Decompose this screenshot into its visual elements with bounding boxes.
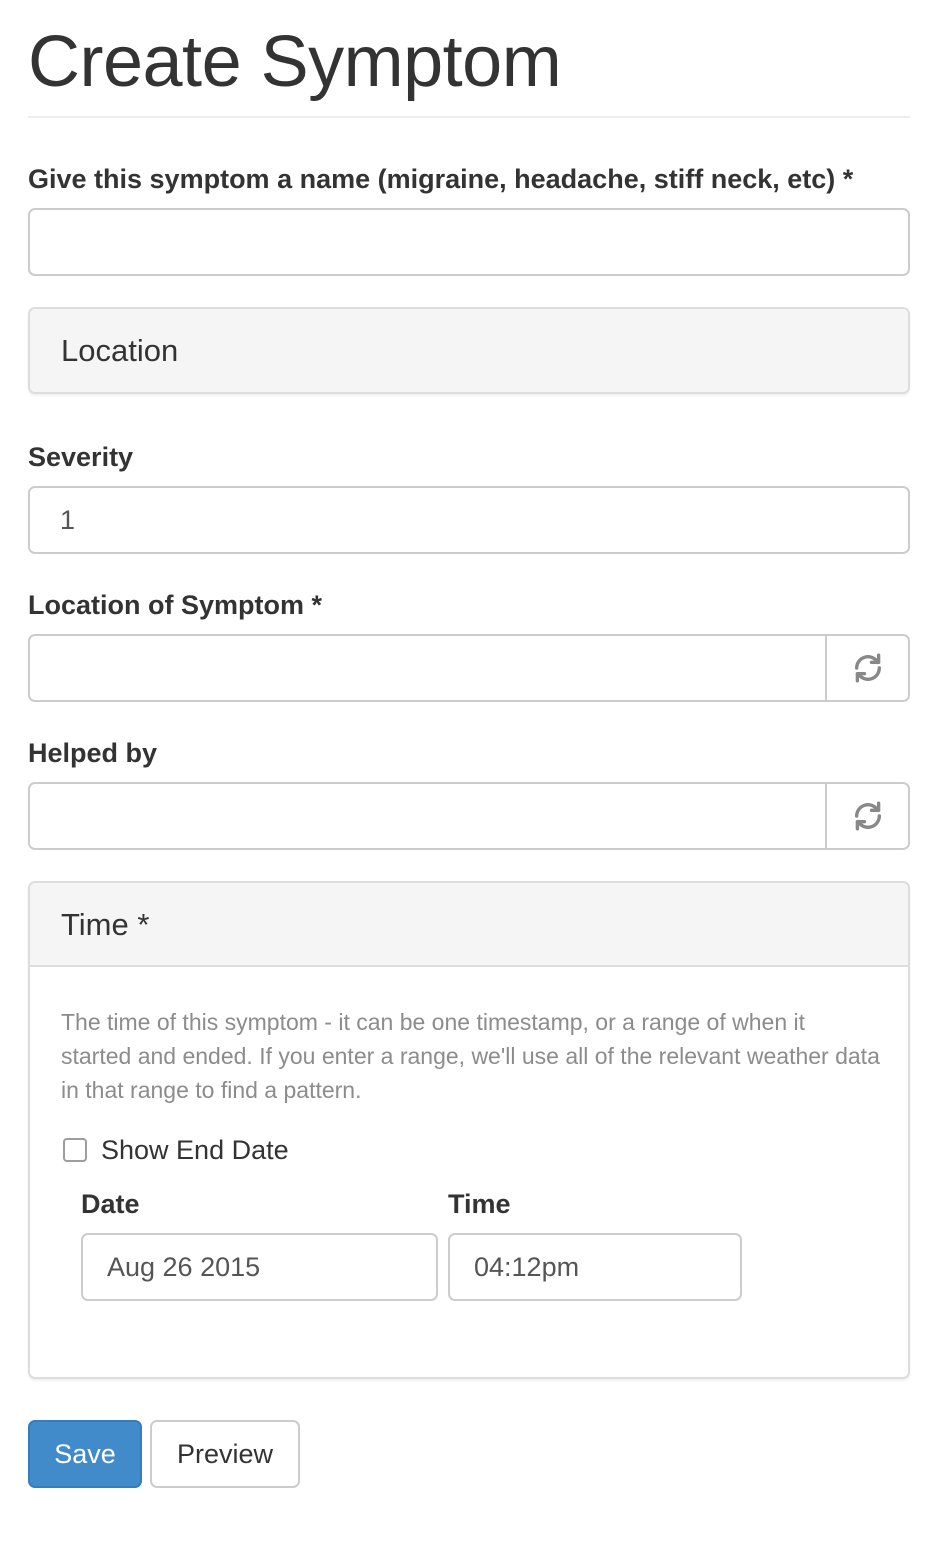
refresh-icon — [854, 653, 881, 683]
title-divider — [28, 116, 910, 118]
create-symptom-page: Create Symptom Give this symptom a name … — [28, 0, 910, 1488]
date-input[interactable] — [81, 1233, 438, 1301]
helped-by-input-group — [28, 782, 910, 850]
preview-button[interactable]: Preview — [150, 1420, 300, 1488]
time-panel-body: The time of this symptom - it can be one… — [30, 967, 908, 1301]
refresh-icon — [854, 801, 881, 831]
show-end-date-checkbox[interactable] — [63, 1138, 87, 1162]
helped-by-input[interactable] — [28, 782, 825, 850]
save-button[interactable]: Save — [28, 1420, 142, 1488]
location-panel-heading[interactable]: Location — [30, 309, 908, 392]
location-panel[interactable]: Location — [28, 307, 910, 394]
date-form-group: Date — [81, 1187, 438, 1301]
name-field-label: Give this symptom a name (migraine, head… — [28, 164, 854, 194]
severity-input[interactable] — [28, 486, 910, 554]
form-actions: Save Preview — [28, 1420, 910, 1488]
time-help-text: The time of this symptom - it can be one… — [61, 1009, 880, 1103]
location-of-symptom-input[interactable] — [28, 634, 825, 702]
severity-label: Severity — [28, 442, 134, 472]
show-end-date-label[interactable]: Show End Date — [101, 1135, 289, 1166]
helped-by-refresh-button[interactable] — [825, 782, 910, 850]
helped-by-label: Helped by — [28, 738, 158, 768]
date-label: Date — [81, 1189, 140, 1219]
location-refresh-button[interactable] — [825, 634, 910, 702]
location-of-symptom-label: Location of Symptom * — [28, 590, 323, 620]
helped-by-form-group: Helped by — [28, 736, 910, 850]
location-of-symptom-input-group — [28, 634, 910, 702]
page-title: Create Symptom — [28, 22, 562, 102]
location-of-symptom-form-group: Location of Symptom * — [28, 588, 910, 702]
name-form-group: Give this symptom a name (migraine, head… — [28, 162, 910, 276]
symptom-name-input[interactable] — [28, 208, 910, 276]
time-panel-heading: Time * — [30, 883, 908, 967]
severity-form-group: Severity — [28, 440, 910, 554]
time-panel: Time * The time of this symptom - it can… — [28, 881, 910, 1379]
datetime-row: Date Time — [81, 1187, 877, 1301]
time-input[interactable] — [448, 1233, 742, 1301]
show-end-date-row: Show End Date — [61, 1130, 877, 1170]
time-label: Time — [448, 1189, 511, 1219]
time-form-group: Time — [448, 1187, 742, 1301]
